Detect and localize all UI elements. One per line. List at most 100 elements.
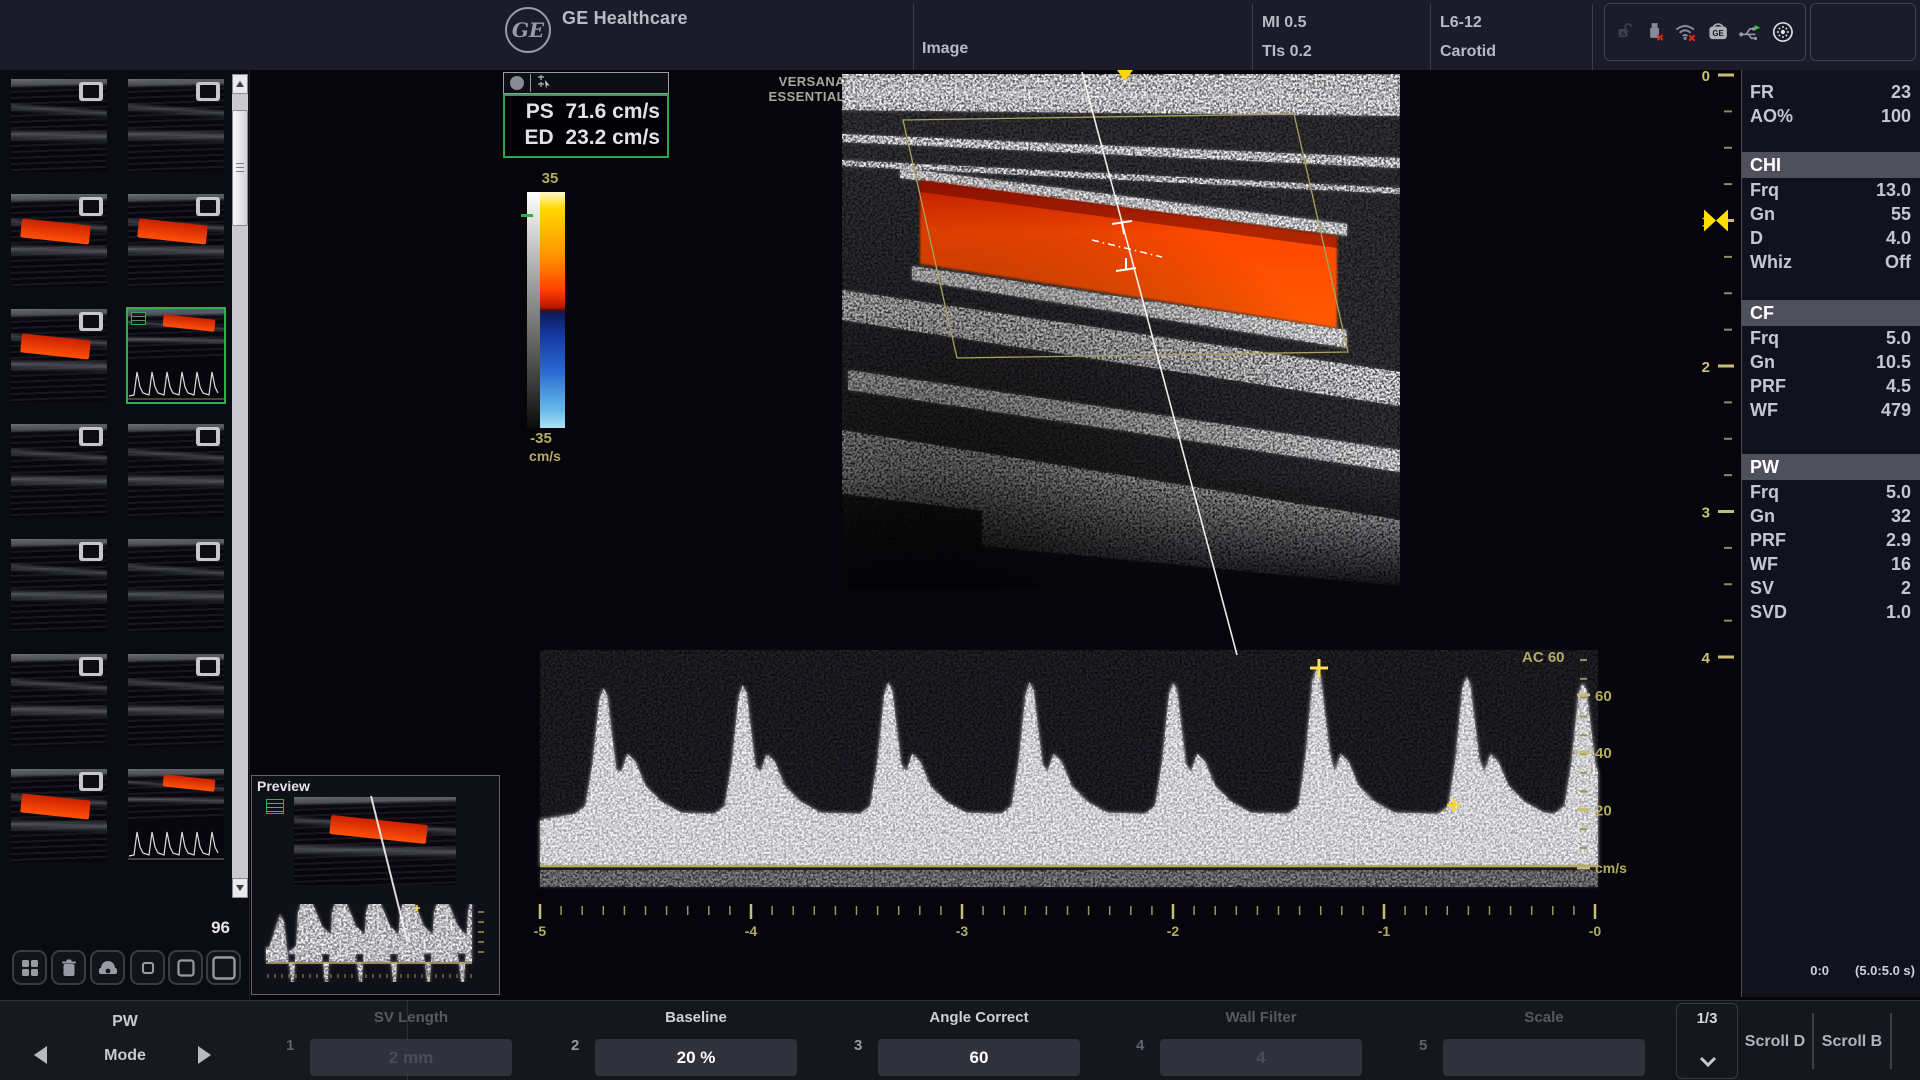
image-count: 96 [140, 918, 230, 938]
cine-clip-icon [79, 427, 103, 446]
mode-label[interactable]: Mode [80, 1047, 170, 1065]
svg-text:40: 40 [1595, 745, 1612, 762]
parameter-row: SV2 [1742, 576, 1920, 600]
parameter-label: Whiz [1750, 250, 1792, 274]
softkey-button-sv-length[interactable]: 2 mm [310, 1039, 512, 1076]
size-large-button[interactable] [206, 950, 241, 985]
size-large-icon [211, 955, 237, 981]
usb-connected-icon [1738, 18, 1762, 46]
cine-clip-icon [79, 82, 103, 101]
parameter-value: 2 [1901, 576, 1911, 600]
grid-layout-button[interactable] [12, 950, 47, 985]
size-medium-icon [175, 957, 197, 979]
divider [1812, 1013, 1814, 1069]
divider [1592, 4, 1593, 70]
mode-prev-button[interactable] [34, 1046, 47, 1064]
svg-text:GE: GE [1712, 29, 1723, 38]
parameter-row: Gn10.5 [1742, 350, 1920, 374]
parameter-row: Whiz Off [1742, 250, 1920, 274]
thumbnail[interactable] [128, 79, 224, 172]
tab-image[interactable]: Image [922, 40, 968, 58]
thumbnail[interactable] [11, 79, 107, 172]
mode-next-button[interactable] [198, 1046, 211, 1064]
top-status-bar: GE GE Healthcare Image MI 0.5 TIs 0.2 L6… [0, 0, 1920, 70]
parameter-value: 5.0 [1886, 480, 1911, 504]
thumbnail[interactable] [11, 194, 107, 287]
color-velocity-bar [540, 192, 565, 428]
svg-text:A: A [1621, 31, 1626, 38]
section-header-pw: PW [1742, 454, 1920, 480]
svg-text:20: 20 [1595, 803, 1612, 820]
softkey-number: 1 [286, 1037, 294, 1054]
preview-label: Preview [257, 778, 310, 794]
scroll-up-button[interactable] [232, 74, 248, 94]
colorbar-max-label: 35 [532, 170, 568, 187]
wifi-error-icon [1674, 18, 1698, 46]
ac-angle-label: AC 60 [1522, 649, 1565, 666]
thumbnail-selected[interactable] [128, 309, 224, 402]
page-indicator: 1/3 [1677, 1010, 1737, 1027]
parameter-value: 32 [1891, 504, 1911, 528]
parameter-row: FR23 [1742, 80, 1920, 104]
thumbnail[interactable] [11, 769, 107, 862]
softkey-label: Angle Correct [878, 1009, 1080, 1026]
parameter-panel: FR23AO%100CHIFrq13.0Gn55D4.0WhizOffCFFrq… [1741, 70, 1920, 997]
thumbnail[interactable] [128, 194, 224, 287]
parameter-value: 4.0 [1886, 226, 1911, 250]
softkey-page-box[interactable]: 1/3 [1676, 1003, 1738, 1079]
ge-network-icon: GE [1707, 18, 1729, 46]
parameter-label: Frq [1750, 178, 1779, 202]
ps-caliper[interactable] [1310, 659, 1328, 677]
measurement-toolbar [503, 72, 669, 94]
spectral-trace [540, 650, 1598, 887]
clipboard-sidebar: 96 [0, 70, 250, 1000]
cine-clip-icon [79, 542, 103, 561]
mode-title: PW [80, 1013, 170, 1031]
softkey-button-wall-filter[interactable]: 4 [1160, 1039, 1362, 1076]
bmode-image [842, 74, 1400, 589]
loop-duration: (5.0:5.0 s) [1855, 963, 1915, 978]
sidebar-scrollbar[interactable] [232, 74, 248, 898]
chevron-down-icon[interactable] [1698, 1056, 1718, 1068]
cine-clip-icon [79, 657, 103, 676]
parameter-row: PRF2.9 [1742, 528, 1920, 552]
svg-text:4: 4 [1702, 650, 1711, 667]
parameter-label: SVD [1750, 600, 1787, 624]
probe-preset: L6-12 Carotid [1440, 8, 1496, 66]
parameter-value: 10.5 [1876, 350, 1911, 374]
thumbnail[interactable] [11, 539, 107, 632]
delete-button[interactable] [51, 950, 86, 985]
softkey-button-scale[interactable] [1443, 1039, 1645, 1076]
divider [1430, 4, 1431, 70]
scrollbar-thumb[interactable] [232, 110, 248, 226]
softkey-button-angle-correct[interactable]: 60 [878, 1039, 1080, 1076]
colorbar-unit-label: cm/s [524, 448, 566, 464]
scroll-down-button[interactable] [232, 878, 248, 898]
status-icon-box: A GE [1604, 3, 1806, 61]
scroll-b-button[interactable]: Scroll B [1816, 1033, 1888, 1051]
right-panel-rows: FR23AO%100CHIFrq13.0Gn55D4.0WhizOffCFFrq… [1742, 70, 1920, 624]
thumbnail[interactable] [11, 654, 107, 747]
softkey-button-baseline[interactable]: 20 % [595, 1039, 797, 1076]
thumbnail[interactable] [128, 654, 224, 747]
scroll-d-button[interactable]: Scroll D [1738, 1033, 1812, 1051]
thumbnail[interactable] [128, 769, 224, 862]
thumbnail[interactable] [128, 539, 224, 632]
parameter-value: 5.0 [1886, 326, 1911, 350]
parameter-label: FR [1750, 80, 1774, 104]
size-medium-button[interactable] [168, 950, 203, 985]
thumbnail[interactable] [11, 424, 107, 517]
ed-caliper[interactable] [1447, 799, 1460, 812]
parameter-value: 2.9 [1886, 528, 1911, 552]
brand-title: GE Healthcare [562, 8, 688, 29]
parameter-value: Off [1885, 250, 1911, 274]
system-watermark: VERSANAESSENTIAL [700, 74, 845, 104]
parameter-label: WF [1750, 398, 1778, 422]
thumbnail[interactable] [11, 309, 107, 402]
size-small-button[interactable] [130, 950, 165, 985]
print-button[interactable] [90, 950, 125, 985]
parameter-row: WF16 [1742, 552, 1920, 576]
size-small-icon [138, 958, 158, 978]
thumbnail[interactable] [128, 424, 224, 517]
parameter-row: Frq5.0 [1742, 480, 1920, 504]
